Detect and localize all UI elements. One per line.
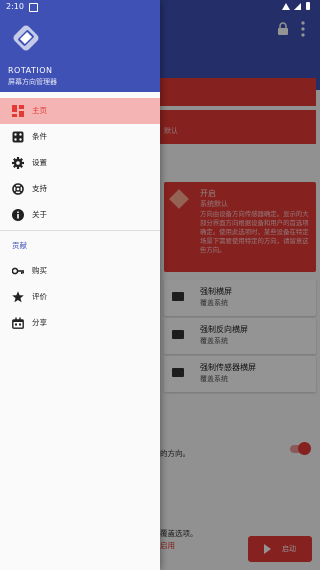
nav-item-label: 支持	[32, 184, 47, 193]
nav-item-label: 分享	[32, 318, 47, 327]
drawer-divider	[0, 230, 160, 231]
gear-icon	[12, 157, 24, 169]
section-title-contribute: 贡献	[12, 241, 27, 250]
nav-item-label: 购买	[32, 266, 47, 275]
signal-icon	[294, 3, 301, 10]
navigation-drawer: ROTATION 屏幕方向管理器 主页 条件 设置 支持 关于 贡献 购买 评价…	[0, 0, 160, 570]
notification-icon	[29, 3, 38, 12]
wifi-icon	[282, 3, 290, 10]
nav-item-conditions[interactable]: 条件	[0, 124, 160, 150]
conditions-icon	[12, 131, 24, 143]
nav-item-home[interactable]: 主页	[0, 98, 160, 124]
key-icon	[12, 267, 24, 275]
nav-item-label: 设置	[32, 158, 47, 167]
status-bar: 2:10	[0, 0, 320, 14]
dashboard-icon	[12, 105, 24, 117]
nav-item-label: 主页	[32, 106, 47, 115]
nav-item-label: 评价	[32, 292, 47, 301]
nav-item-label: 关于	[32, 210, 47, 219]
app-logo-icon	[13, 25, 39, 51]
status-time: 2:10	[6, 2, 24, 11]
share-icon	[12, 317, 24, 329]
app-subtitle: 屏幕方向管理器	[8, 78, 57, 86]
nav-item-label: 条件	[32, 132, 47, 141]
nav-item-support[interactable]: 支持	[0, 176, 160, 202]
nav-item-buy[interactable]: 购买	[0, 258, 160, 284]
battery-icon	[306, 2, 310, 10]
nav-item-rate[interactable]: 评价	[0, 284, 160, 310]
info-icon	[12, 209, 24, 221]
nav-item-about[interactable]: 关于	[0, 202, 160, 228]
nav-item-settings[interactable]: 设置	[0, 150, 160, 176]
app-name: ROTATION	[8, 66, 53, 75]
star-icon	[12, 291, 24, 303]
nav-item-share[interactable]: 分享	[0, 310, 160, 336]
lifebuoy-icon	[12, 183, 24, 195]
